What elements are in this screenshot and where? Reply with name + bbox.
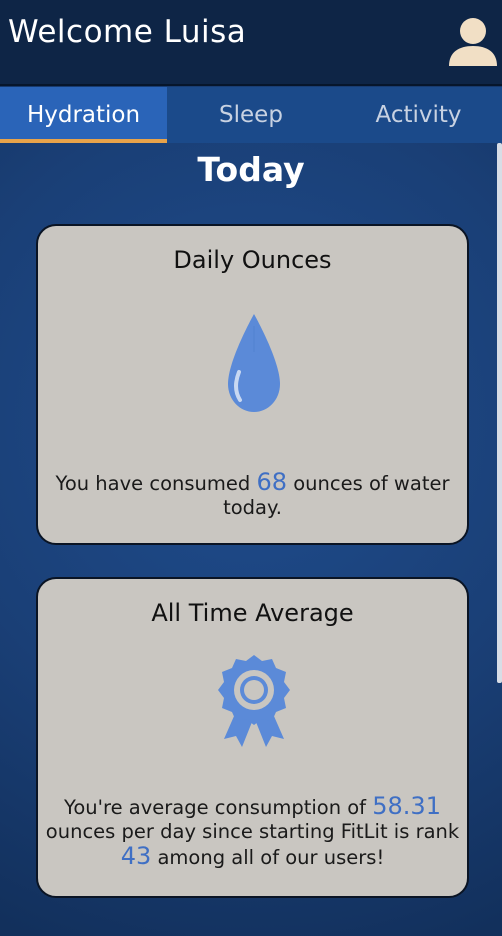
section-title: Today xyxy=(197,150,305,189)
active-tab-indicator xyxy=(0,139,167,143)
all-time-average-card: All Time Average You're average consumpt… xyxy=(36,577,469,898)
app-header: Welcome Luisa xyxy=(0,0,502,86)
tab-hydration[interactable]: Hydration xyxy=(0,87,167,143)
ounces-value: 68 xyxy=(256,468,288,496)
daily-text-before: You have consumed xyxy=(55,472,251,495)
tab-sleep[interactable]: Sleep xyxy=(167,87,335,143)
tab-sleep-label: Sleep xyxy=(219,102,283,128)
daily-ounces-card: Daily Ounces You have consumed 68 ounces… xyxy=(36,224,469,545)
daily-ounces-title: Daily Ounces xyxy=(173,246,332,274)
award-ribbon-icon xyxy=(216,653,292,749)
tab-activity[interactable]: Activity xyxy=(335,87,502,143)
tab-hydration-label: Hydration xyxy=(26,102,141,128)
welcome-title: Welcome Luisa xyxy=(8,14,247,50)
rank-value: 43 xyxy=(120,842,152,870)
water-drop-icon xyxy=(226,312,282,414)
average-value: 58.31 xyxy=(372,792,441,820)
average-text: You're average consumption of 58.31 ounc… xyxy=(38,794,467,870)
average-text-after: among all of our users! xyxy=(157,846,385,869)
tab-bar: Hydration Sleep Activity xyxy=(0,87,502,143)
tab-activity-label: Activity xyxy=(375,102,462,128)
average-text-middle: ounces per day since starting FitLit is … xyxy=(45,820,460,843)
scrollbar[interactable] xyxy=(497,143,502,683)
daily-ounces-text: You have consumed 68 ounces of water tod… xyxy=(38,470,467,520)
average-text-before: You're average consumption of xyxy=(64,796,367,819)
user-avatar-icon[interactable] xyxy=(447,16,499,66)
all-time-average-title: All Time Average xyxy=(151,599,354,627)
